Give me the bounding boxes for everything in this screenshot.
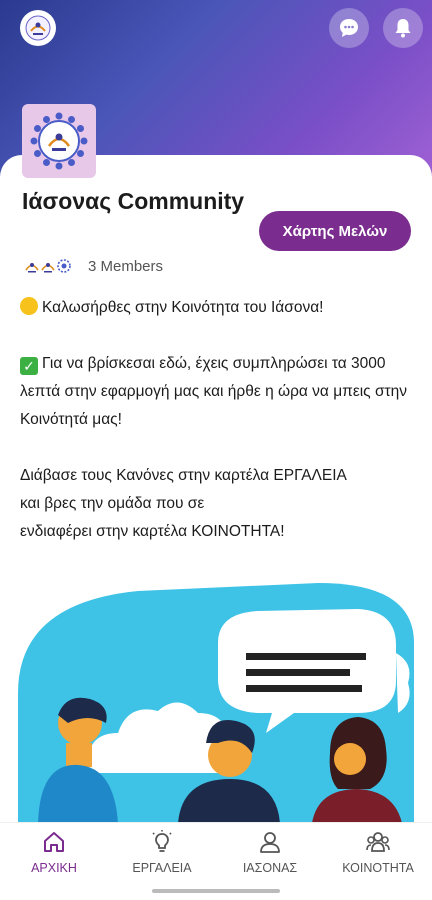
avatar	[54, 256, 74, 276]
nav-home-label: ΑΡΧΙΚΗ	[31, 861, 77, 875]
welcome-text: Καλωσήρθες στην Κοινότητα του Ιάσονα!	[42, 299, 324, 316]
nav-iasonas-label: ΙΑΣΟΝΑΣ	[242, 861, 298, 875]
nav-community-label: ΚΟΙΝΟΤΗΤΑ	[342, 861, 414, 875]
notifications-button[interactable]	[383, 8, 423, 48]
nav-community[interactable]: ΚΟΙΝΟΤΗΤΑ	[324, 829, 432, 881]
home-icon	[44, 832, 64, 852]
community-logo-icon	[25, 15, 51, 41]
rules-text: Διάβασε τους Κανόνες στην καρτέλα ΕΡΓΑΛΕ…	[20, 467, 347, 484]
home-indicator[interactable]	[152, 889, 280, 893]
smile-emoji-icon	[20, 297, 38, 315]
community-tab-text: ενδιαφέρει στην καρτέλα ΚΟΙΝΟΤΗΤΑ!	[20, 523, 285, 540]
community-title: Ιάσονας Community	[22, 188, 245, 214]
community-emblem-icon	[30, 112, 88, 170]
person-icon	[260, 832, 280, 853]
community-description: Καλωσήρθες στην Κοινότητα του Ιάσονα! ✓ Γ…	[20, 294, 420, 546]
nav-home[interactable]: ΑΡΧΙΚΗ	[0, 829, 108, 881]
check-emoji-icon: ✓	[20, 357, 38, 375]
nav-tools[interactable]: ΕΡΓΑΛΕΙΑ	[108, 829, 216, 881]
lightbulb-icon	[152, 830, 172, 852]
app-logo[interactable]	[20, 10, 56, 46]
members-map-button[interactable]: Χάρτης Μελών	[259, 211, 411, 251]
nav-tools-label: ΕΡΓΑΛΕΙΑ	[132, 861, 192, 875]
members-count: 3 Members	[88, 257, 164, 275]
community-illustration	[18, 583, 414, 823]
notification-bell-icon	[395, 19, 411, 38]
community-avatar	[22, 104, 96, 178]
nav-iasonas[interactable]: ΙΑΣΟΝΑΣ	[216, 829, 324, 881]
group-text: και βρες την ομάδα που σε	[20, 495, 205, 512]
group-icon	[366, 832, 390, 852]
chat-bubble-icon	[340, 19, 358, 37]
info-text: Για να βρίσκεσαι εδώ, έχεις συμπληρώσει …	[20, 355, 408, 428]
members-summary[interactable]: 3 Members	[22, 254, 163, 278]
chat-button[interactable]	[329, 8, 369, 48]
member-avatars	[22, 256, 74, 276]
